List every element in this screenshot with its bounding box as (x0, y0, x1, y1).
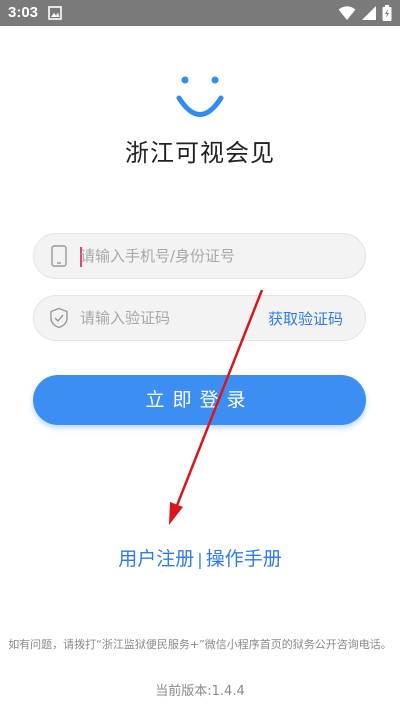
smile-logo-icon (176, 76, 224, 117)
version-label: 当前版本:1.4.4 (155, 684, 245, 699)
login-button[interactable]: 立即登录 (33, 375, 366, 425)
link-separator: | (197, 550, 203, 569)
phone-field[interactable] (33, 233, 366, 279)
manual-link[interactable]: 操作手册 (206, 548, 282, 570)
code-field[interactable]: 获取验证码 (33, 295, 366, 341)
status-icons (338, 5, 392, 21)
code-input[interactable] (80, 296, 245, 340)
register-link[interactable]: 用户注册 (118, 548, 194, 570)
phone-input[interactable] (80, 234, 350, 278)
help-note: 如有问题，请拨打“浙江监狱便民服务+”微信小程序首页的狱务公开咨询电话。 (8, 638, 392, 651)
signal-icon (361, 6, 376, 20)
battery-icon (382, 5, 392, 21)
get-code-button[interactable]: 获取验证码 (268, 308, 343, 329)
shield-icon (50, 307, 68, 329)
status-bar: 3:03 (0, 0, 400, 26)
image-notification-icon (48, 6, 62, 20)
status-time: 3:03 (8, 4, 39, 21)
bottom-links: 用户注册 | 操作手册 (0, 544, 400, 571)
wifi-icon (338, 6, 356, 20)
phone-icon (51, 245, 67, 267)
app-title: 浙江可视会见 (125, 139, 275, 167)
